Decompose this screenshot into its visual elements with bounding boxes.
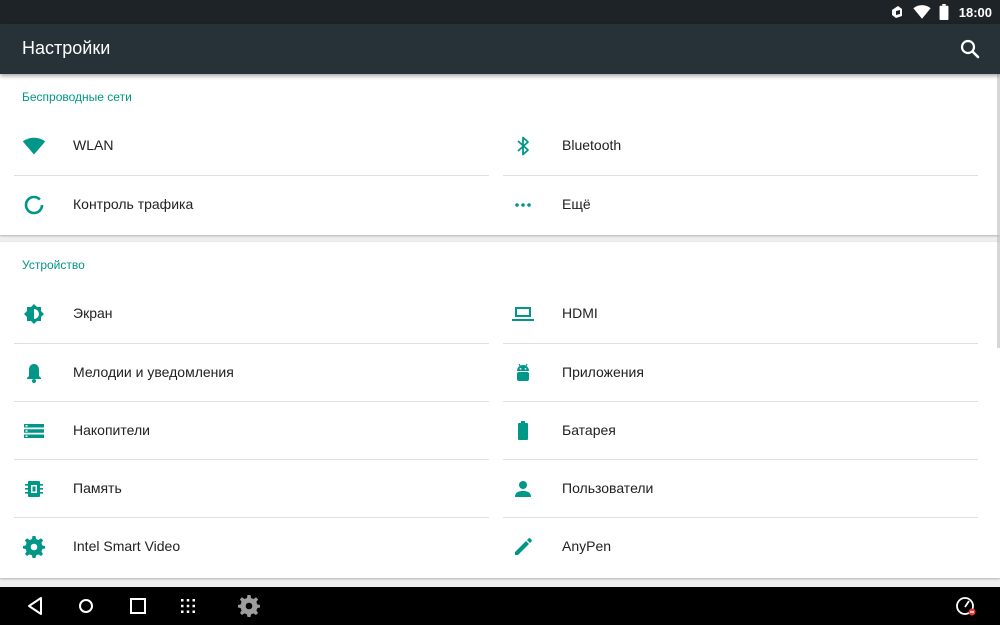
wifi-icon (22, 134, 46, 158)
setting-label: Память (73, 480, 122, 496)
notification-icon (889, 4, 905, 20)
setting-label: Накопители (73, 422, 150, 438)
setting-label: Intel Smart Video (73, 538, 181, 554)
wifi-signal-icon (913, 4, 931, 20)
bluetooth-icon (511, 134, 535, 158)
storage-icon (22, 419, 46, 443)
setting-battery[interactable]: Батарея (503, 402, 978, 460)
setting-data-usage[interactable]: Контроль трафика (14, 176, 489, 234)
page-title: Настройки (22, 38, 111, 58)
apps-grid-icon[interactable] (176, 594, 200, 618)
bell-icon (22, 361, 46, 385)
setting-label: HDMI (562, 305, 598, 321)
setting-sounds[interactable]: Мелодии и уведомления (14, 344, 489, 402)
pen-icon (511, 535, 535, 559)
app-bar: Настройки (0, 24, 1000, 74)
setting-hdmi[interactable]: HDMI (503, 285, 978, 343)
section-wireless: Беспроводные сети WLAN Bluetooth Контрол… (0, 74, 1000, 235)
setting-anypen[interactable]: AnyPen (503, 518, 978, 576)
setting-users[interactable]: Пользователи (503, 460, 978, 518)
laptop-icon (511, 302, 535, 326)
setting-intel-smart-video[interactable]: Intel Smart Video (14, 518, 489, 576)
recents-icon[interactable] (126, 594, 150, 618)
section-title: Беспроводные сети (22, 90, 132, 104)
setting-label: Контроль трафика (73, 196, 194, 212)
section-title: Устройство (22, 258, 85, 272)
setting-label: Мелодии и уведомления (73, 364, 234, 380)
memory-icon (22, 477, 46, 501)
speedometer-icon[interactable] (954, 594, 978, 618)
back-icon[interactable] (24, 594, 48, 618)
setting-label: Экран (73, 305, 113, 321)
setting-label: Ещё (562, 196, 591, 212)
setting-bluetooth[interactable]: Bluetooth (503, 117, 978, 175)
more-horiz-icon (511, 193, 535, 217)
brightness-icon (22, 302, 46, 326)
setting-label: AnyPen (562, 538, 612, 554)
status-bar: 18:00 (0, 0, 1000, 24)
home-icon[interactable] (74, 594, 98, 618)
setting-label: Батарея (562, 422, 616, 438)
setting-storage[interactable]: Накопители (14, 402, 489, 460)
battery-icon (939, 4, 949, 20)
setting-more[interactable]: Ещё (503, 176, 978, 234)
setting-label: Приложения (562, 364, 644, 380)
person-icon (511, 477, 535, 501)
navigation-bar (0, 587, 1000, 625)
settings-app-icon[interactable] (237, 594, 261, 618)
android-icon (511, 361, 535, 385)
search-icon[interactable] (958, 37, 982, 61)
section-device: Устройство Экран HDMI Мелодии и уведомле… (0, 242, 1000, 578)
status-icons: 18:00 (889, 0, 992, 24)
setting-display[interactable]: Экран (14, 285, 489, 343)
settings-content[interactable]: Беспроводные сети WLAN Bluetooth Контрол… (0, 74, 1000, 586)
status-clock: 18:00 (958, 4, 992, 20)
battery-icon (511, 419, 535, 443)
data-usage-icon (22, 193, 46, 217)
setting-memory[interactable]: Память (14, 460, 489, 518)
setting-wlan[interactable]: WLAN (14, 117, 489, 175)
setting-label: Bluetooth (562, 137, 622, 153)
gear-icon (22, 535, 46, 559)
setting-apps[interactable]: Приложения (503, 344, 978, 402)
setting-label: WLAN (73, 137, 114, 153)
setting-label: Пользователи (562, 480, 654, 496)
